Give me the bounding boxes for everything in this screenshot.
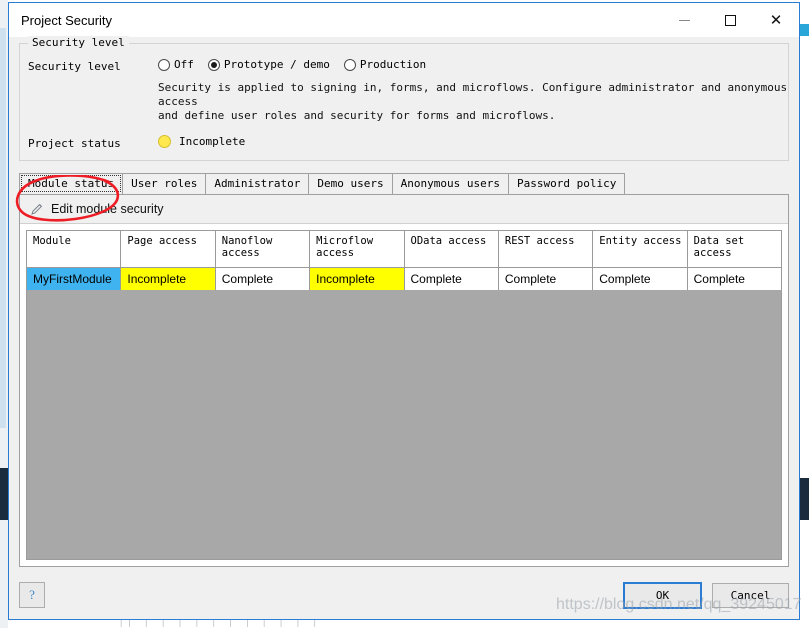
- tab-administrator[interactable]: Administrator: [205, 173, 310, 194]
- window-controls: ✕: [661, 3, 799, 37]
- close-button[interactable]: ✕: [753, 3, 799, 37]
- security-description-row: Security is applied to signing in, forms…: [28, 75, 788, 123]
- tab-user-roles[interactable]: User roles: [122, 173, 207, 194]
- security-level-row: Security level Off Prototype / demo Prod…: [28, 58, 788, 73]
- column-header-entity-access[interactable]: Entity access: [592, 230, 688, 268]
- dialog-body: Security level Security level Off Protot…: [9, 36, 799, 575]
- table-header-row: Module Page access Nanoflow access Micro…: [25, 230, 783, 268]
- radio-label-prototype-demo: Prototype / demo: [223, 58, 330, 71]
- minimize-icon: [678, 19, 690, 21]
- cell-nanoflow-access[interactable]: Complete: [214, 267, 311, 291]
- module-status-panel: Edit module security Module Page access …: [19, 194, 789, 567]
- radio-label-off: Off: [174, 58, 194, 71]
- security-level-label: Security level: [28, 60, 121, 73]
- column-header-odata-access[interactable]: OData access: [403, 230, 499, 268]
- radio-label-production: Production: [359, 58, 427, 71]
- module-status-table: Module Page access Nanoflow access Micro…: [25, 230, 783, 291]
- tab-strip: Module status User roles Administrator D…: [19, 173, 789, 194]
- radio-option-prototype-demo[interactable]: Prototype / demo: [207, 58, 330, 71]
- project-status-value-wrap: Incomplete: [158, 135, 245, 148]
- title-bar: Project Security ✕: [9, 3, 799, 37]
- tab-password-policy[interactable]: Password policy: [508, 173, 626, 194]
- column-header-nanoflow-access[interactable]: Nanoflow access: [214, 230, 311, 268]
- tab-demo-users[interactable]: Demo users: [308, 173, 393, 194]
- column-header-microflow-access[interactable]: Microflow access: [309, 230, 405, 268]
- edit-module-security-button[interactable]: Edit module security: [51, 202, 164, 216]
- status-indicator-icon: [158, 135, 171, 148]
- groupbox-legend: Security level: [28, 36, 129, 49]
- pencil-icon: [30, 202, 44, 216]
- radio-icon-off: [158, 58, 170, 71]
- column-header-data-set-access[interactable]: Data set access: [686, 230, 783, 268]
- security-description: Security is applied to signing in, forms…: [158, 75, 788, 123]
- cell-page-access[interactable]: Incomplete: [120, 267, 216, 291]
- column-header-rest-access[interactable]: REST access: [497, 230, 594, 268]
- cancel-button[interactable]: Cancel: [712, 582, 789, 608]
- table-empty-area: [26, 290, 782, 560]
- maximize-icon: [724, 14, 736, 26]
- radio-option-production[interactable]: Production: [343, 58, 427, 71]
- help-icon: ?: [29, 587, 35, 602]
- background-window-right-dark-band: [800, 478, 809, 520]
- security-description-line1: Security is applied to signing in, forms…: [158, 81, 788, 108]
- dialog-footer: ? OK Cancel: [9, 575, 799, 619]
- tab-module-status[interactable]: Module status: [19, 173, 124, 194]
- cell-data-set-access[interactable]: Complete: [686, 267, 783, 291]
- maximize-button[interactable]: [707, 3, 753, 37]
- background-window-left-dark-band: [0, 468, 8, 520]
- tab-anonymous-users[interactable]: Anonymous users: [391, 173, 509, 194]
- background-window-right-teal-mark: [800, 24, 809, 36]
- panel-toolbar: Edit module security: [20, 195, 788, 224]
- radio-option-off[interactable]: Off: [158, 58, 194, 71]
- window-title: Project Security: [21, 12, 113, 28]
- project-status-row: Project status Incomplete: [28, 135, 788, 150]
- module-table-wrap: Module Page access Nanoflow access Micro…: [20, 224, 788, 566]
- cell-module-name[interactable]: MyFirstModule: [25, 267, 122, 291]
- help-button[interactable]: ?: [19, 582, 45, 608]
- background-window-left-accent: [0, 28, 6, 428]
- project-status-value: Incomplete: [179, 135, 246, 148]
- close-icon: ✕: [769, 11, 783, 29]
- radio-icon-production: [343, 58, 356, 71]
- ok-button[interactable]: OK: [623, 581, 702, 609]
- cell-entity-access[interactable]: Complete: [592, 267, 688, 291]
- cell-rest-access[interactable]: Complete: [497, 267, 594, 291]
- column-header-page-access[interactable]: Page access: [120, 230, 216, 268]
- minimize-button[interactable]: [661, 3, 707, 37]
- cell-odata-access[interactable]: Complete: [403, 267, 499, 291]
- project-security-dialog: Project Security ✕ Security level Securi…: [8, 2, 800, 620]
- radio-icon-prototype-demo: [207, 58, 220, 71]
- cell-microflow-access[interactable]: Incomplete: [309, 267, 405, 291]
- security-level-groupbox: Security level Security level Off Protot…: [19, 36, 789, 161]
- security-description-line2: and define user roles and security for f…: [158, 109, 556, 122]
- project-status-label: Project status: [28, 137, 121, 150]
- column-header-module[interactable]: Module: [25, 230, 122, 268]
- security-level-radio-group: Off Prototype / demo Production: [158, 58, 426, 71]
- table-row[interactable]: MyFirstModule Incomplete Complete Incomp…: [25, 267, 783, 291]
